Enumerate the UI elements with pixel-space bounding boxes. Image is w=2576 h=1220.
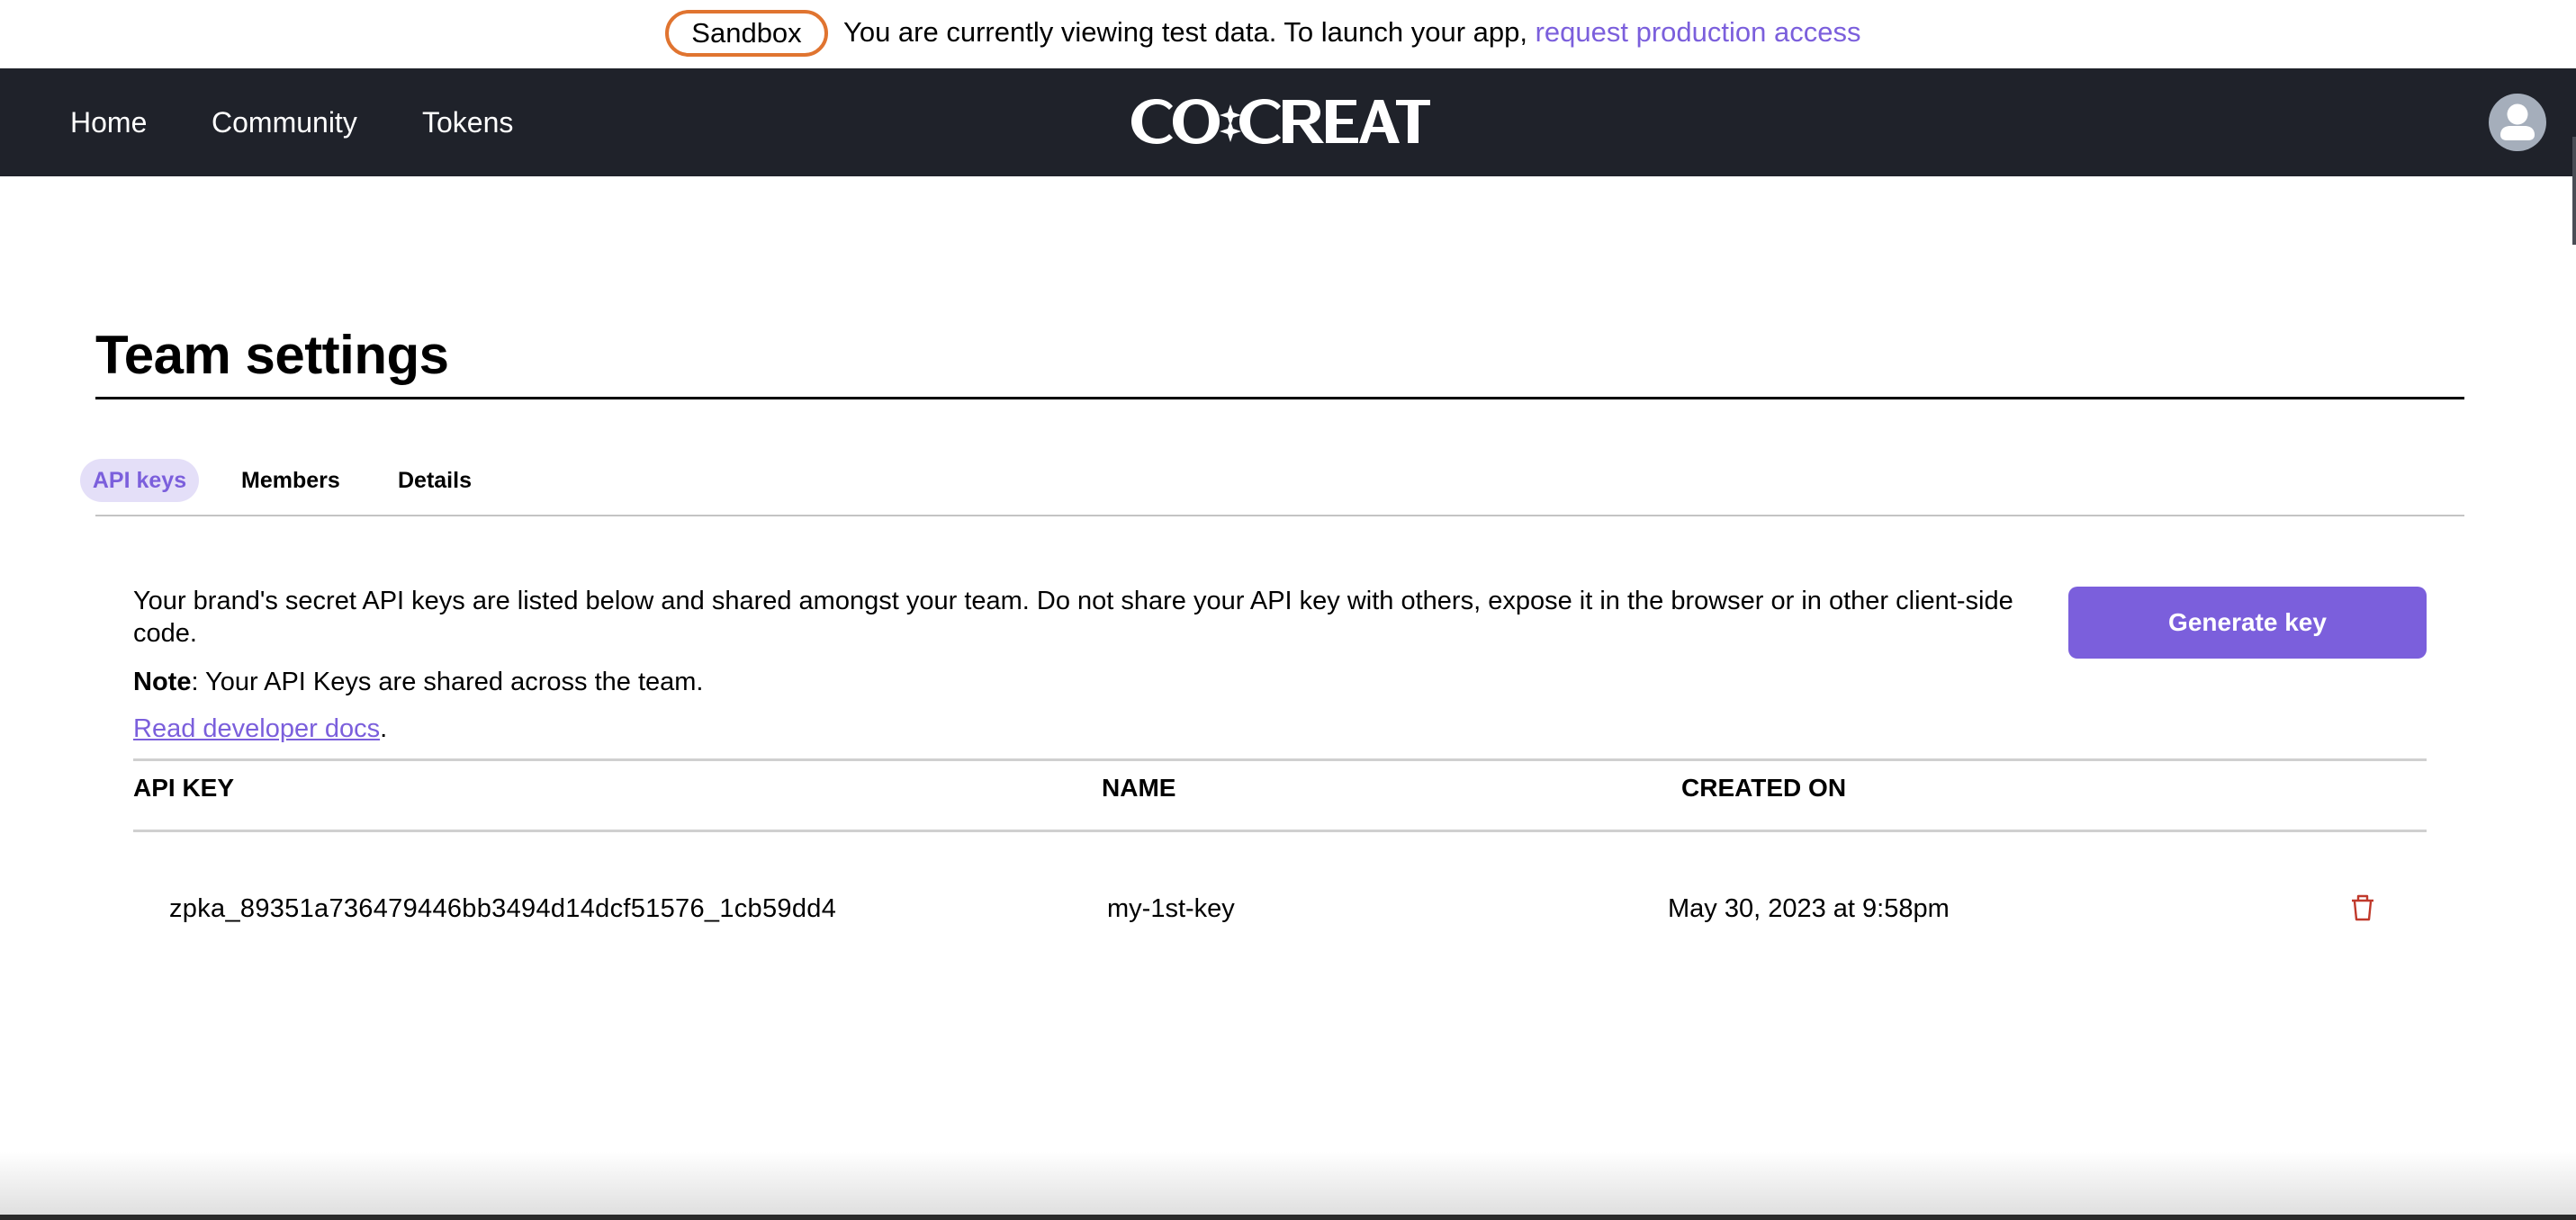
page-title: Team settings [95, 325, 449, 385]
logo-icon [1131, 99, 1430, 144]
user-avatar-icon [2489, 94, 2546, 151]
delete-key-button[interactable] [2349, 893, 2376, 924]
read-developer-docs-link[interactable]: Read developer docs [133, 714, 380, 743]
column-header-created-on: CREATED ON [1681, 774, 1847, 802]
docs-suffix: . [380, 714, 388, 743]
developer-docs: Read developer docs. [133, 713, 387, 745]
tab-members[interactable]: Members [241, 459, 340, 502]
tab-api-keys[interactable]: API keys [80, 459, 199, 502]
sandbox-badge: Sandbox [665, 10, 828, 57]
note-text: : Your API Keys are shared across the te… [191, 668, 704, 696]
tab-details[interactable]: Details [398, 459, 472, 502]
api-keys-note: Note: Your API Keys are shared across th… [133, 666, 704, 698]
tabs-divider [95, 515, 2464, 516]
nav-home[interactable]: Home [70, 104, 147, 140]
user-avatar[interactable] [2489, 94, 2546, 151]
top-nav: Home Community Tokens [0, 68, 2576, 245]
bottom-shadow [0, 1152, 2576, 1215]
api-key-name: my-1st-key [1107, 894, 1235, 923]
scrollbar[interactable] [2572, 137, 2576, 245]
api-key-value[interactable]: zpka_89351a736479446bb3494d14dcf51576_1c… [169, 893, 836, 925]
window-bottom-edge [0, 1215, 2576, 1220]
generate-key-button[interactable]: Generate key [2068, 587, 2427, 659]
banner-message: You are currently viewing test data. To … [843, 14, 1860, 50]
trash-icon [2352, 894, 2373, 921]
table-header-divider [133, 830, 2427, 832]
note-label: Note [133, 668, 192, 696]
nav-tokens[interactable]: Tokens [422, 104, 513, 140]
column-header-name: NAME [1102, 774, 1176, 802]
title-divider [95, 397, 2464, 399]
column-header-api-key: API KEY [133, 774, 235, 802]
api-keys-description: Your brand's secret API keys are listed … [133, 587, 2013, 648]
banner-message-text: You are currently viewing test data. To … [843, 16, 1536, 48]
request-production-access-link[interactable]: request production access [1536, 16, 1861, 48]
table-top-divider [133, 758, 2427, 761]
nav-community[interactable]: Community [212, 104, 357, 140]
sandbox-banner: Sandbox You are currently viewing test d… [0, 0, 2576, 68]
api-key-created-on: May 30, 2023 at 9:58pm [1668, 894, 1950, 923]
cocreate-logo[interactable] [1130, 94, 1432, 149]
